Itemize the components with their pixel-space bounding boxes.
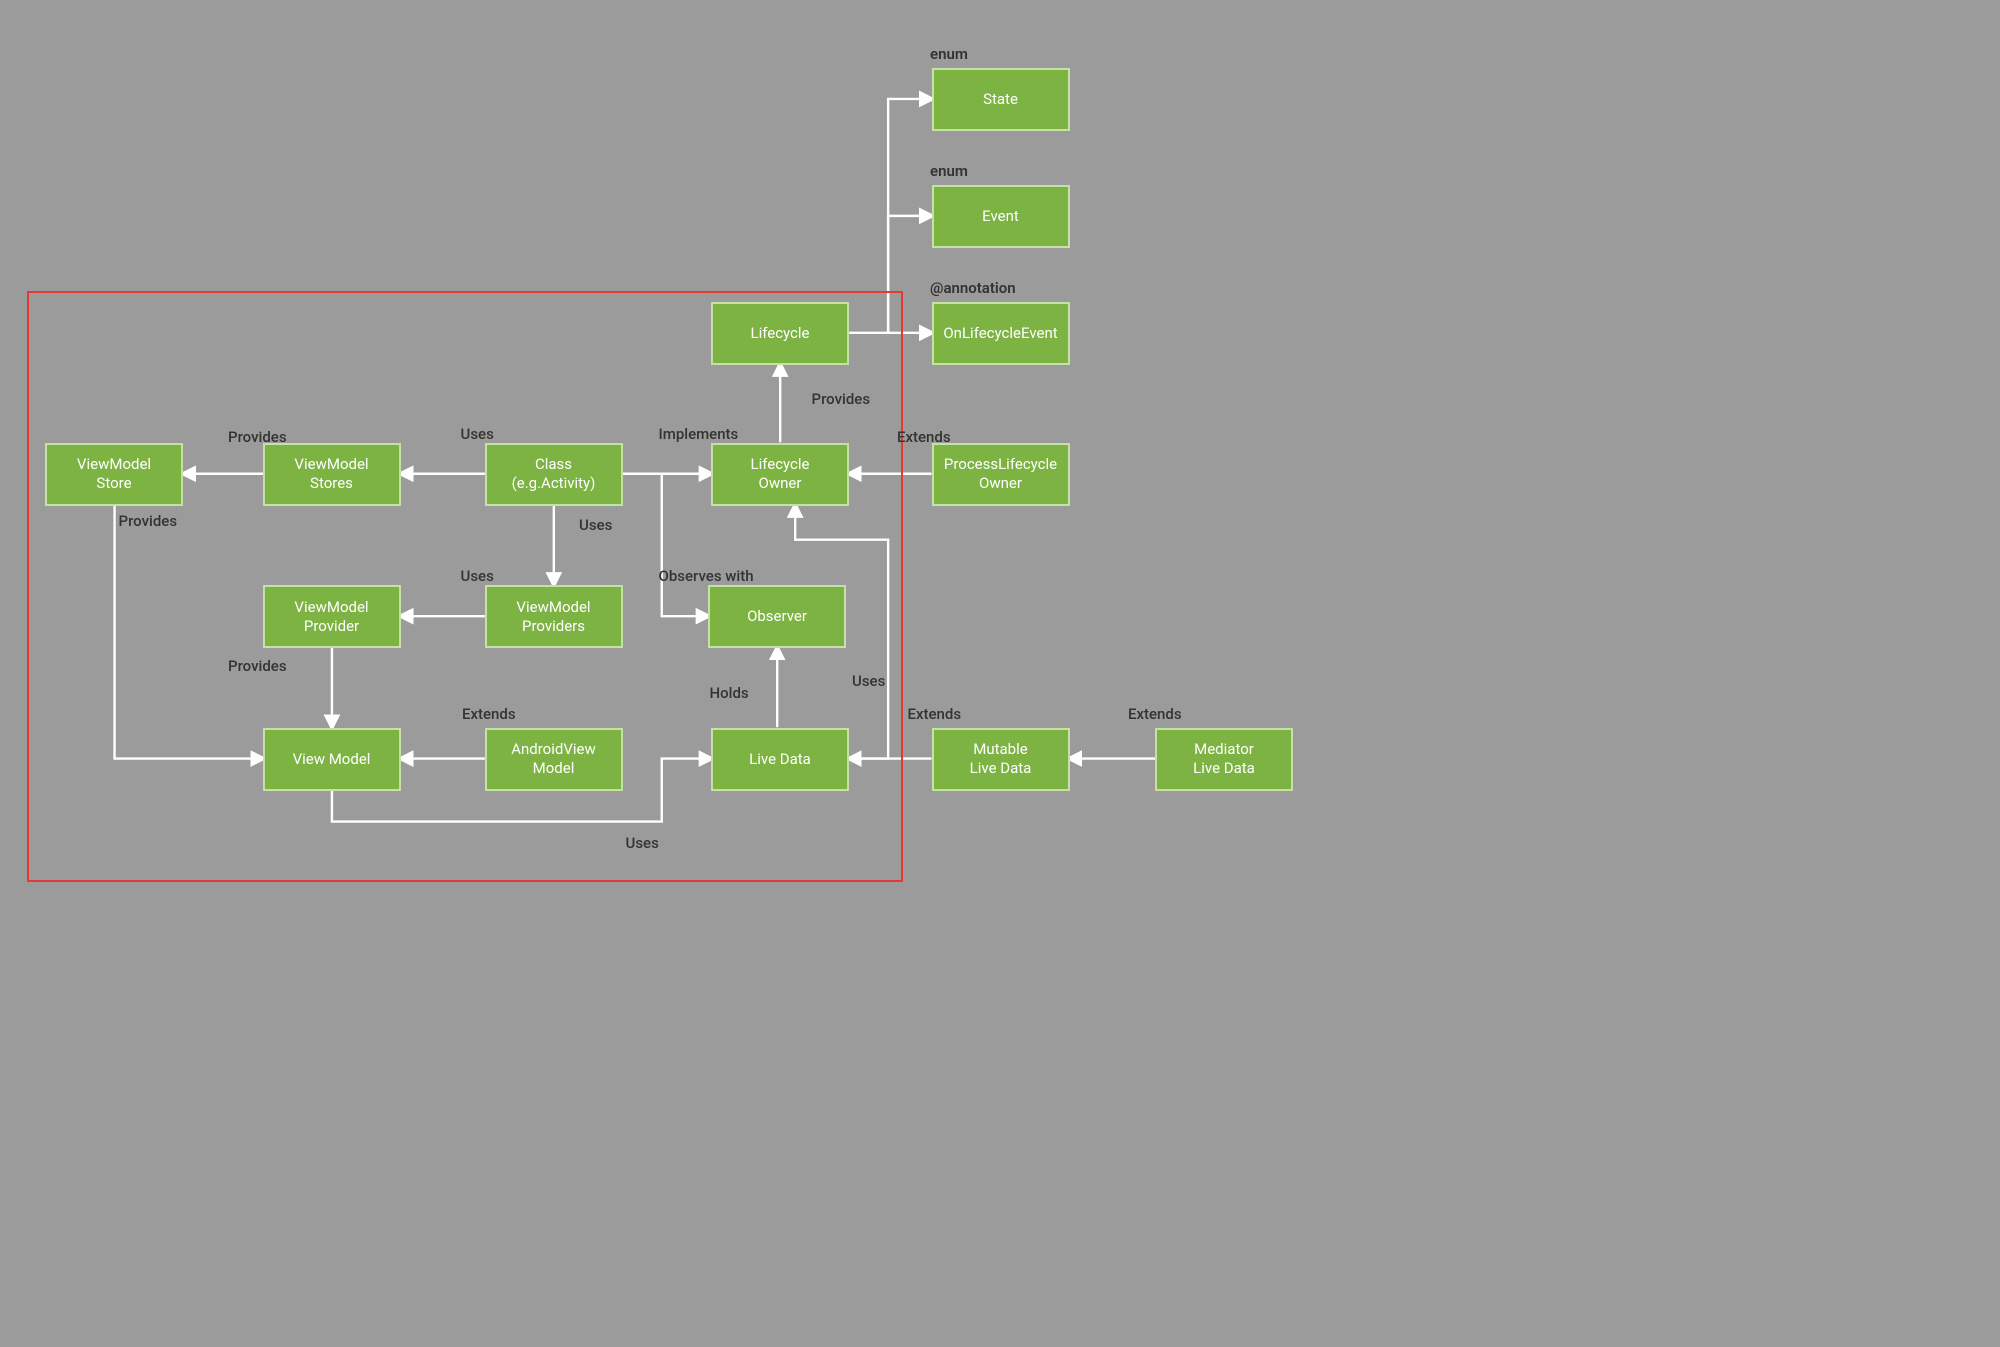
label-uses-vmprovider: Uses xyxy=(461,567,494,585)
node-observer: Observer xyxy=(708,585,846,648)
label-extends-medld: Extends xyxy=(1128,705,1182,723)
node-viewmodelprovider: ViewModelProvider xyxy=(263,585,401,648)
label-uses-livedata: Uses xyxy=(626,834,659,852)
label-uses-vmproviders-arrowdown: Uses xyxy=(579,516,612,534)
node-class: Class(e.g.Activity) xyxy=(485,443,623,506)
node-mediatorlivedata: MediatorLive Data xyxy=(1155,728,1293,791)
label-extends-mld: Extends xyxy=(908,705,962,723)
node-lifecycle: Lifecycle xyxy=(711,302,849,365)
header-event: enum xyxy=(930,162,968,180)
header-onle: @annotation xyxy=(930,279,1016,297)
node-viewmodelstores: ViewModelStores xyxy=(263,443,401,506)
node-onlifecycleevent: OnLifecycleEvent xyxy=(932,302,1070,365)
node-state: State xyxy=(932,68,1070,131)
label-uses-vmstores: Uses xyxy=(461,425,494,443)
label-uses-lifecycleowner: Uses xyxy=(852,672,885,690)
label-extends-avm: Extends xyxy=(462,705,516,723)
node-viewmodelproviders: ViewModelProviders xyxy=(485,585,623,648)
label-holds: Holds xyxy=(710,684,749,702)
label-provides-vm: Provides xyxy=(228,657,287,675)
node-viewmodel: View Model xyxy=(263,728,401,791)
node-livedata: Live Data xyxy=(711,728,849,791)
node-androidviewmodel: AndroidViewModel xyxy=(485,728,623,791)
node-event: Event xyxy=(932,185,1070,248)
node-mutablelivedata: MutableLive Data xyxy=(932,728,1070,791)
node-viewmodelstore: ViewModelStore xyxy=(45,443,183,506)
header-state: enum xyxy=(930,45,968,63)
label-provides-vmstore: Provides xyxy=(228,428,287,446)
label-provides-lifecycle: Provides xyxy=(812,390,871,408)
diagram-stage: enum enum @annotation State Event OnLife… xyxy=(0,0,1331,928)
label-provides-vm-from-store: Provides xyxy=(119,512,178,530)
label-extends-plo: Extends xyxy=(897,428,951,446)
node-lifecycleowner: LifecycleOwner xyxy=(711,443,849,506)
label-observes-with: Observes with xyxy=(659,567,754,585)
label-implements: Implements xyxy=(659,425,739,443)
node-processlifecycleowner: ProcessLifecycleOwner xyxy=(932,443,1070,506)
